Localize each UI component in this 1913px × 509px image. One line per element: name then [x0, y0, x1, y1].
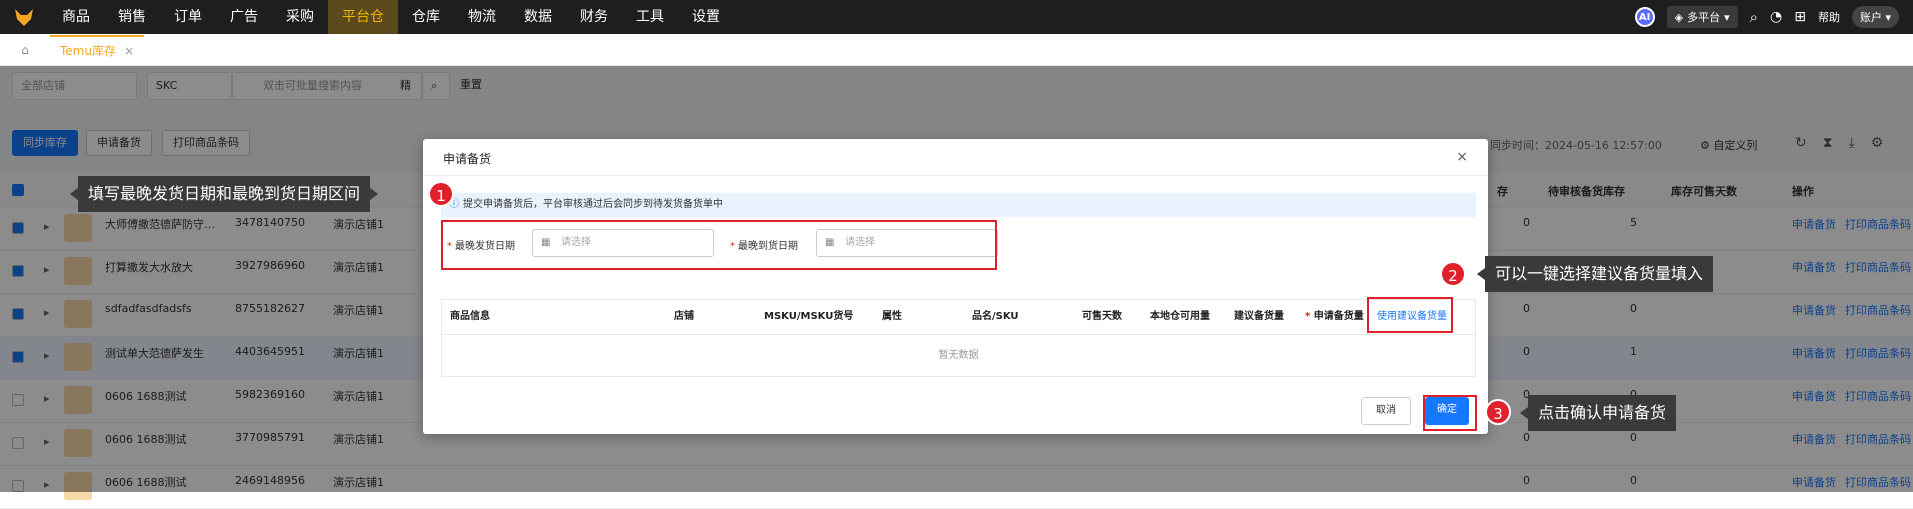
- app-logo-icon[interactable]: [0, 0, 48, 34]
- modal-title: 申请备货: [443, 152, 492, 166]
- step-1-badge: 1: [428, 181, 454, 207]
- col-attribute: 属性: [882, 311, 902, 322]
- search-icon[interactable]: ⌕: [1750, 8, 1758, 26]
- col-apply-qty: * 申请备货量: [1305, 300, 1364, 334]
- close-icon[interactable]: ×: [124, 37, 134, 65]
- nav-item-orders[interactable]: 订单: [160, 0, 216, 34]
- step-2-badge: 2: [1440, 261, 1466, 287]
- info-banner: ⓘ 提交申请备货后，平台审核通过后会同步到待发货备货单中: [441, 193, 1476, 217]
- headset-icon[interactable]: ◔: [1770, 9, 1782, 25]
- apply-stock-modal: 申请备货 × ⓘ 提交申请备货后，平台审核通过后会同步到待发货备货单中 * 最晚发货…: [423, 139, 1488, 434]
- close-icon[interactable]: ×: [1456, 149, 1468, 165]
- platform-select[interactable]: ◈ 多平台 ▾: [1666, 6, 1738, 28]
- nav-item-purchase[interactable]: 采购: [272, 0, 328, 34]
- nav-item-data[interactable]: 数据: [510, 0, 566, 34]
- col-msku: MSKU/MSKU货号: [764, 311, 854, 322]
- header-divider: [442, 334, 1475, 335]
- stock-apply-table: 商品信息 店铺 MSKU/MSKU货号 属性 品名/SKU 可售天数 本地仓可用…: [441, 299, 1476, 377]
- col-local-available: 本地仓可用量: [1150, 311, 1210, 322]
- nav-item-ads[interactable]: 广告: [216, 0, 272, 34]
- tab-bar: ⌂ Temu库存 ×: [0, 34, 1913, 66]
- confirm-highlight: [1423, 395, 1477, 431]
- caret-down-icon: ▾: [1724, 10, 1730, 24]
- tab-label: Temu库存: [60, 43, 116, 58]
- callout-step-1: 填写最晚发货日期和最晚到货日期区间: [69, 176, 379, 212]
- step-3-badge: 3: [1485, 399, 1511, 425]
- col-sku-name: 品名/SKU: [972, 311, 1019, 322]
- callout-step-2: 可以一键选择建议备货量填入: [1476, 256, 1714, 292]
- callout-step-3: 点击确认申请备货: [1519, 395, 1677, 431]
- account-label: 账户: [1859, 11, 1882, 24]
- nav-item-goods[interactable]: 商品: [48, 0, 104, 34]
- col-apply-qty-label: 申请备货量: [1313, 311, 1364, 322]
- empty-state: 暂无数据: [938, 350, 979, 361]
- nav-item-finance[interactable]: 财务: [566, 0, 622, 34]
- tab-temu-stock[interactable]: Temu库存 ×: [50, 34, 145, 65]
- nav-item-warehouse[interactable]: 仓库: [398, 0, 454, 34]
- col-suggest-qty: 建议备货量: [1234, 311, 1284, 322]
- required-mark: *: [1305, 311, 1314, 322]
- home-icon[interactable]: ⌂: [0, 43, 50, 57]
- account-menu[interactable]: 账户 ▾: [1851, 6, 1899, 28]
- top-right-tools: AI ◈ 多平台 ▾ ⌕ ◔ ⊞ 帮助 账户 ▾: [1634, 0, 1913, 34]
- main-nav: 商品 销售 订单 广告 采购 平台仓 仓库 物流 数据 财务 工具 设置: [48, 0, 734, 34]
- top-nav-bar: 商品 销售 订单 广告 采购 平台仓 仓库 物流 数据 财务 工具 设置 AI …: [0, 0, 1913, 34]
- nav-item-sales[interactable]: 销售: [104, 0, 160, 34]
- col-sale-days: 可售天数: [1082, 311, 1122, 322]
- nav-item-settings[interactable]: 设置: [678, 0, 734, 34]
- use-suggest-highlight: [1367, 297, 1453, 333]
- col-store: 店铺: [674, 311, 694, 322]
- grid-icon[interactable]: ⊞: [1794, 9, 1806, 25]
- help-link[interactable]: 帮助: [1818, 9, 1840, 25]
- nav-item-tools[interactable]: 工具: [622, 0, 678, 34]
- ai-badge[interactable]: AI: [1634, 7, 1655, 27]
- caret-down-icon: ▾: [1885, 11, 1891, 24]
- nav-item-platform-warehouse[interactable]: 平台仓: [328, 0, 398, 34]
- info-text: 提交申请备货后，平台审核通过后会同步到待发货备货单中: [463, 199, 723, 210]
- cancel-button[interactable]: 取消: [1361, 397, 1411, 425]
- modal-divider: [423, 175, 1488, 176]
- platform-label: 多平台: [1687, 11, 1721, 24]
- nav-item-logistics[interactable]: 物流: [454, 0, 510, 34]
- col-product-info: 商品信息: [450, 311, 490, 322]
- date-range-highlight: [441, 220, 997, 270]
- layers-icon: ◈: [1674, 10, 1684, 24]
